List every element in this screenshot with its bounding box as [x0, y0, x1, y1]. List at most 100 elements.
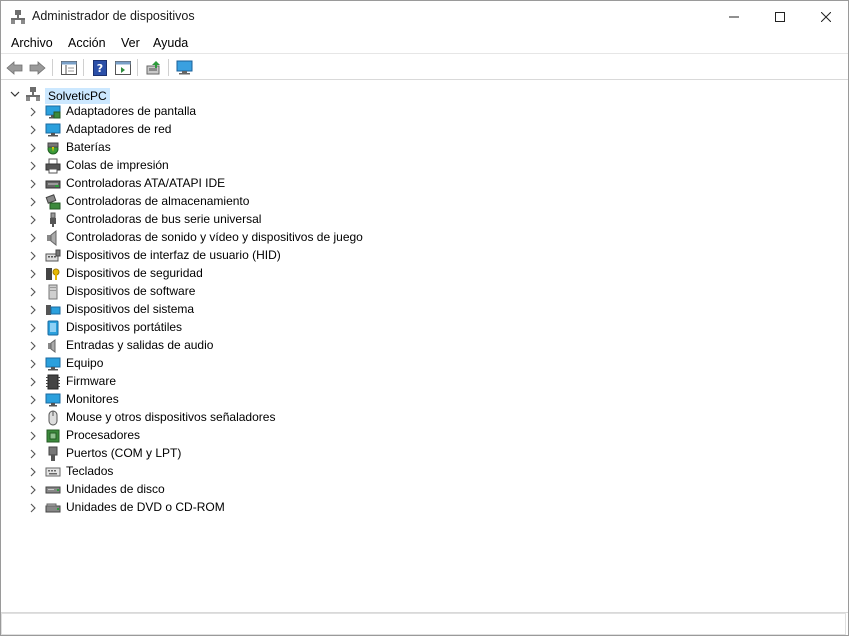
- chevron-right-icon[interactable]: [28, 485, 38, 495]
- chevron-right-icon[interactable]: [28, 395, 38, 405]
- forward-button[interactable]: [28, 58, 47, 77]
- tree-item-label[interactable]: Mouse y otros dispositivos señaladores: [66, 410, 275, 424]
- tree-item-label[interactable]: Baterías: [66, 140, 111, 154]
- tree-item[interactable]: Equipo: [1, 355, 601, 373]
- device-tree[interactable]: SolveticPC Adaptadores de pantalla Adapta…: [1, 81, 848, 612]
- chevron-right-icon[interactable]: [28, 377, 38, 387]
- minimize-button[interactable]: [711, 1, 757, 32]
- chevron-right-icon[interactable]: [28, 233, 38, 243]
- tree-item-label[interactable]: Firmware: [66, 374, 116, 388]
- menu-bar: Archivo Acción Ver Ayuda: [1, 32, 848, 54]
- update-driver-button[interactable]: [144, 58, 163, 77]
- tree-root-label[interactable]: SolveticPC: [45, 88, 110, 104]
- chevron-right-icon[interactable]: [28, 431, 38, 441]
- chevron-right-icon[interactable]: [28, 467, 38, 477]
- chevron-right-icon[interactable]: [28, 449, 38, 459]
- tree-item-label[interactable]: Entradas y salidas de audio: [66, 338, 213, 352]
- chevron-right-icon[interactable]: [28, 161, 38, 171]
- tree-item-label[interactable]: Controladoras de sonido y vídeo y dispos…: [66, 230, 363, 244]
- tree-item-label[interactable]: Adaptadores de red: [66, 122, 171, 136]
- chevron-right-icon[interactable]: [28, 413, 38, 423]
- tree-item-label[interactable]: Dispositivos portátiles: [66, 320, 182, 334]
- chevron-right-icon[interactable]: [28, 503, 38, 513]
- audio-io-icon: [45, 338, 61, 354]
- tree-item-label[interactable]: Teclados: [66, 464, 113, 478]
- tree-item-label[interactable]: Dispositivos del sistema: [66, 302, 194, 316]
- show-action-pane-button[interactable]: [113, 58, 132, 77]
- disk-drive-icon: [45, 482, 61, 498]
- scan-hardware-icon: [176, 60, 192, 74]
- tree-item[interactable]: Entradas y salidas de audio: [1, 337, 601, 355]
- menu-ayuda[interactable]: Ayuda: [153, 36, 188, 50]
- tree-item-label[interactable]: Controladoras de almacenamiento: [66, 194, 249, 208]
- maximize-button[interactable]: [757, 1, 803, 32]
- tree-item-label[interactable]: Controladoras de bus serie universal: [66, 212, 261, 226]
- tree-item[interactable]: Controladoras de almacenamiento: [1, 193, 601, 211]
- tree-item-label[interactable]: Colas de impresión: [66, 158, 169, 172]
- chevron-right-icon[interactable]: [28, 269, 38, 279]
- chevron-right-icon[interactable]: [28, 125, 38, 135]
- keyboard-icon: [45, 464, 61, 480]
- network-adapter-icon: [45, 122, 61, 138]
- tree-item[interactable]: Controladoras de sonido y vídeo y dispos…: [1, 229, 601, 247]
- tree-item-label[interactable]: Procesadores: [66, 428, 140, 442]
- chevron-right-icon[interactable]: [28, 215, 38, 225]
- tree-item-label[interactable]: Dispositivos de software: [66, 284, 195, 298]
- tree-item[interactable]: Controladoras ATA/ATAPI IDE: [1, 175, 601, 193]
- tree-item[interactable]: Baterías: [1, 139, 601, 157]
- tree-item-label[interactable]: Adaptadores de pantalla: [66, 104, 196, 118]
- chevron-right-icon[interactable]: [28, 107, 38, 117]
- tree-item[interactable]: Unidades de disco: [1, 481, 601, 499]
- tree-item[interactable]: Procesadores: [1, 427, 601, 445]
- tree-item-label[interactable]: Puertos (COM y LPT): [66, 446, 181, 460]
- tree-item-label[interactable]: Equipo: [66, 356, 103, 370]
- window-title: Administrador de dispositivos: [32, 9, 195, 23]
- tree-item[interactable]: Monitores: [1, 391, 601, 409]
- tree-item[interactable]: Controladoras de bus serie universal: [1, 211, 601, 229]
- tree-item-label[interactable]: Controladoras ATA/ATAPI IDE: [66, 176, 225, 190]
- show-hide-console-tree-button[interactable]: [59, 58, 78, 77]
- tree-item[interactable]: Colas de impresión: [1, 157, 601, 175]
- chevron-right-icon[interactable]: [28, 197, 38, 207]
- portable-device-icon: [45, 320, 61, 336]
- scan-hardware-changes-button[interactable]: [175, 58, 194, 77]
- system-device-icon: [45, 302, 61, 318]
- tree-item[interactable]: Unidades de DVD o CD-ROM: [1, 499, 601, 517]
- chevron-right-icon[interactable]: [28, 359, 38, 369]
- chevron-down-icon[interactable]: [10, 89, 20, 99]
- chevron-right-icon[interactable]: [28, 179, 38, 189]
- back-button[interactable]: [5, 58, 24, 77]
- svg-text:?: ?: [96, 62, 102, 75]
- chevron-right-icon[interactable]: [28, 323, 38, 333]
- tree-item[interactable]: Dispositivos de seguridad: [1, 265, 601, 283]
- chevron-right-icon[interactable]: [28, 287, 38, 297]
- tree-item[interactable]: Teclados: [1, 463, 601, 481]
- title-bar[interactable]: Administrador de dispositivos: [1, 1, 848, 32]
- tree-item[interactable]: Adaptadores de pantalla: [1, 103, 601, 121]
- tree-item[interactable]: Dispositivos de interfaz de usuario (HID…: [1, 247, 601, 265]
- close-button[interactable]: [803, 1, 849, 32]
- console-tree-icon: [60, 60, 77, 75]
- tree-item-label[interactable]: Monitores: [66, 392, 119, 406]
- tree-item-label[interactable]: Dispositivos de interfaz de usuario (HID…: [66, 248, 281, 262]
- tree-item[interactable]: Dispositivos de software: [1, 283, 601, 301]
- tree-item-label[interactable]: Unidades de DVD o CD-ROM: [66, 500, 225, 514]
- tree-item-label[interactable]: Dispositivos de seguridad: [66, 266, 203, 280]
- chevron-right-icon[interactable]: [28, 143, 38, 153]
- chevron-right-icon[interactable]: [28, 305, 38, 315]
- device-manager-window: Administrador de dispositivos Archivo Ac…: [0, 0, 849, 636]
- tree-item[interactable]: Dispositivos portátiles: [1, 319, 601, 337]
- chevron-right-icon[interactable]: [28, 251, 38, 261]
- tree-item[interactable]: Mouse y otros dispositivos señaladores: [1, 409, 601, 427]
- tree-item[interactable]: Firmware: [1, 373, 601, 391]
- ide-controller-icon: [45, 176, 61, 192]
- tree-item[interactable]: Puertos (COM y LPT): [1, 445, 601, 463]
- menu-ver[interactable]: Ver: [121, 36, 140, 50]
- tree-item-label[interactable]: Unidades de disco: [66, 482, 165, 496]
- menu-accion[interactable]: Acción: [68, 36, 106, 50]
- tree-item[interactable]: Dispositivos del sistema: [1, 301, 601, 319]
- chevron-right-icon[interactable]: [28, 341, 38, 351]
- help-button[interactable]: ?: [90, 58, 109, 77]
- menu-archivo[interactable]: Archivo: [11, 36, 53, 50]
- tree-item[interactable]: Adaptadores de red: [1, 121, 601, 139]
